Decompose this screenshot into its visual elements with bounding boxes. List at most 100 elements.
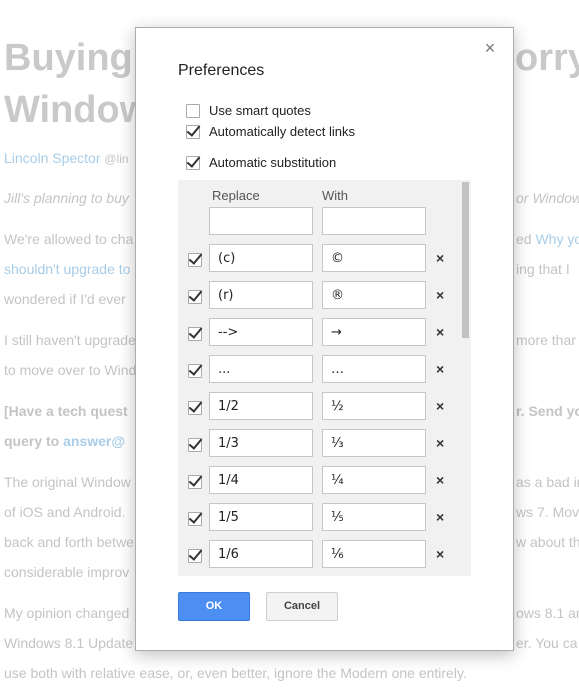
- row-enabled-checkbox[interactable]: [188, 438, 202, 452]
- delete-row-icon[interactable]: ×: [436, 546, 444, 562]
- article-p2-line2: to move over to Wind: [4, 362, 137, 378]
- article-p3-line2: of iOS and Android.: [4, 504, 126, 520]
- replace-input[interactable]: ...: [209, 355, 313, 383]
- article-question-line1: [Have a tech quest: [4, 403, 128, 419]
- delete-row-icon[interactable]: ×: [436, 398, 444, 414]
- substitution-row: ... … ×: [178, 355, 462, 385]
- smart-quotes-checkbox[interactable]: [186, 103, 200, 118]
- detect-links-checkbox[interactable]: [186, 124, 200, 139]
- detect-links-label: Automatically detect links: [209, 124, 355, 139]
- article-p3-line2-right: ws 7. Mov: [516, 504, 579, 520]
- article-intro: Jill's planning to buy: [4, 190, 129, 206]
- delete-row-icon[interactable]: ×: [436, 250, 444, 266]
- with-input[interactable]: ½: [322, 392, 426, 420]
- row-enabled-checkbox[interactable]: [188, 475, 202, 489]
- preferences-dialog: Preferences × Use smart quotes Automatic…: [135, 27, 514, 651]
- article-p3-line3: back and forth betwe: [4, 534, 134, 550]
- new-with-input[interactable]: [322, 207, 426, 235]
- row-enabled-checkbox[interactable]: [188, 512, 202, 526]
- author-handle: @lin: [104, 152, 129, 166]
- article-p3-line1: The original Window: [4, 474, 131, 490]
- article-p3-line1-right: as a bad in: [516, 474, 579, 490]
- replace-input[interactable]: -->: [209, 318, 313, 346]
- article-title-line1: Buying: [4, 30, 133, 86]
- article-p2-line1-right: more thar: [516, 332, 576, 348]
- replace-input[interactable]: 1/3: [209, 429, 313, 457]
- substitution-row: 1/3 ⅓ ×: [178, 429, 462, 459]
- substitution-row: (c) © ×: [178, 244, 462, 274]
- article-p4-line1-right: ows 8.1 an: [516, 605, 579, 621]
- substitution-row: 1/5 ⅕ ×: [178, 503, 462, 533]
- article-p4-line2: Windows 8.1 Update: [4, 635, 134, 651]
- substitution-row: 1/4 ¼ ×: [178, 466, 462, 496]
- article-p3-line3-right: w about the: [516, 534, 579, 550]
- substitution-row: 1/2 ½ ×: [178, 392, 462, 422]
- row-enabled-checkbox[interactable]: [188, 327, 202, 341]
- with-input[interactable]: …: [322, 355, 426, 383]
- article-question-line2: query to answer@: [4, 433, 126, 449]
- article-p4-line3: use both with relative ease, or, even be…: [4, 665, 467, 681]
- article-title-line2: Window: [4, 89, 150, 131]
- replace-column-header: Replace: [212, 188, 260, 203]
- substitution-row: 1/6 ⅙ ×: [178, 540, 462, 570]
- article-link[interactable]: Why yo: [535, 231, 579, 247]
- new-substitution-row: [178, 207, 462, 237]
- email-link[interactable]: answer@: [63, 433, 125, 449]
- smart-quotes-label: Use smart quotes: [209, 103, 311, 118]
- delete-row-icon[interactable]: ×: [436, 361, 444, 377]
- with-input[interactable]: ®: [322, 281, 426, 309]
- article-question-right: r. Send yo: [516, 403, 579, 419]
- detect-links-option[interactable]: Automatically detect links: [186, 124, 355, 139]
- delete-row-icon[interactable]: ×: [436, 287, 444, 303]
- article-intro-right: or Window: [516, 190, 579, 206]
- row-enabled-checkbox[interactable]: [188, 253, 202, 267]
- replace-input[interactable]: 1/5: [209, 503, 313, 531]
- auto-substitution-checkbox[interactable]: [186, 155, 200, 170]
- article-title-right: orry,: [515, 37, 579, 79]
- dialog-title: Preferences: [178, 62, 265, 79]
- substitution-table: Replace With (c) © × (r) ® × --> → ×...… × 1/2 ½ × 1/…: [178, 180, 471, 576]
- article-p2-line1: I still haven't upgrade: [4, 332, 136, 348]
- replace-input[interactable]: (c): [209, 244, 313, 272]
- article-p1-line1-right: ed Why yo: [516, 231, 579, 247]
- article-p4-line1: My opinion changed: [4, 605, 130, 621]
- with-column-header: With: [322, 188, 348, 203]
- close-icon[interactable]: ×: [482, 39, 498, 57]
- replace-input[interactable]: 1/2: [209, 392, 313, 420]
- with-input[interactable]: ⅓: [322, 429, 426, 457]
- with-input[interactable]: ⅙: [322, 540, 426, 568]
- row-enabled-checkbox[interactable]: [188, 364, 202, 378]
- with-input[interactable]: ⅕: [322, 503, 426, 531]
- substitution-row: --> → ×: [178, 318, 462, 348]
- article-p1-line1: We're allowed to cha: [4, 231, 134, 247]
- replace-input[interactable]: 1/6: [209, 540, 313, 568]
- article-byline: Lincoln Spector @lin: [4, 150, 129, 166]
- replace-input[interactable]: 1/4: [209, 466, 313, 494]
- table-scrollbar[interactable]: [462, 182, 469, 338]
- substitution-row: (r) ® ×: [178, 281, 462, 311]
- row-enabled-checkbox[interactable]: [188, 401, 202, 415]
- with-input[interactable]: →: [322, 318, 426, 346]
- ok-button[interactable]: OK: [178, 592, 250, 621]
- delete-row-icon[interactable]: ×: [436, 324, 444, 340]
- delete-row-icon[interactable]: ×: [436, 472, 444, 488]
- author-link[interactable]: Lincoln Spector: [4, 150, 101, 166]
- article-p3-line4: considerable improv: [4, 564, 130, 580]
- article-p4-line2-right: er. You ca: [516, 635, 578, 651]
- article-p1-line2-right: ing that I: [516, 261, 570, 277]
- new-replace-input[interactable]: [209, 207, 313, 235]
- delete-row-icon[interactable]: ×: [436, 509, 444, 525]
- replace-input[interactable]: (r): [209, 281, 313, 309]
- with-input[interactable]: ¼: [322, 466, 426, 494]
- delete-row-icon[interactable]: ×: [436, 435, 444, 451]
- article-title-left: Buying: [4, 37, 133, 79]
- auto-substitution-option[interactable]: Automatic substitution: [186, 155, 336, 170]
- row-enabled-checkbox[interactable]: [188, 290, 202, 304]
- row-enabled-checkbox[interactable]: [188, 549, 202, 563]
- article-p1-line3: wondered if I'd ever: [4, 291, 126, 307]
- smart-quotes-option[interactable]: Use smart quotes: [186, 103, 311, 118]
- with-input[interactable]: ©: [322, 244, 426, 272]
- cancel-button[interactable]: Cancel: [266, 592, 338, 621]
- auto-substitution-label: Automatic substitution: [209, 155, 337, 170]
- article-p1-line2[interactable]: shouldn't upgrade to: [4, 261, 130, 277]
